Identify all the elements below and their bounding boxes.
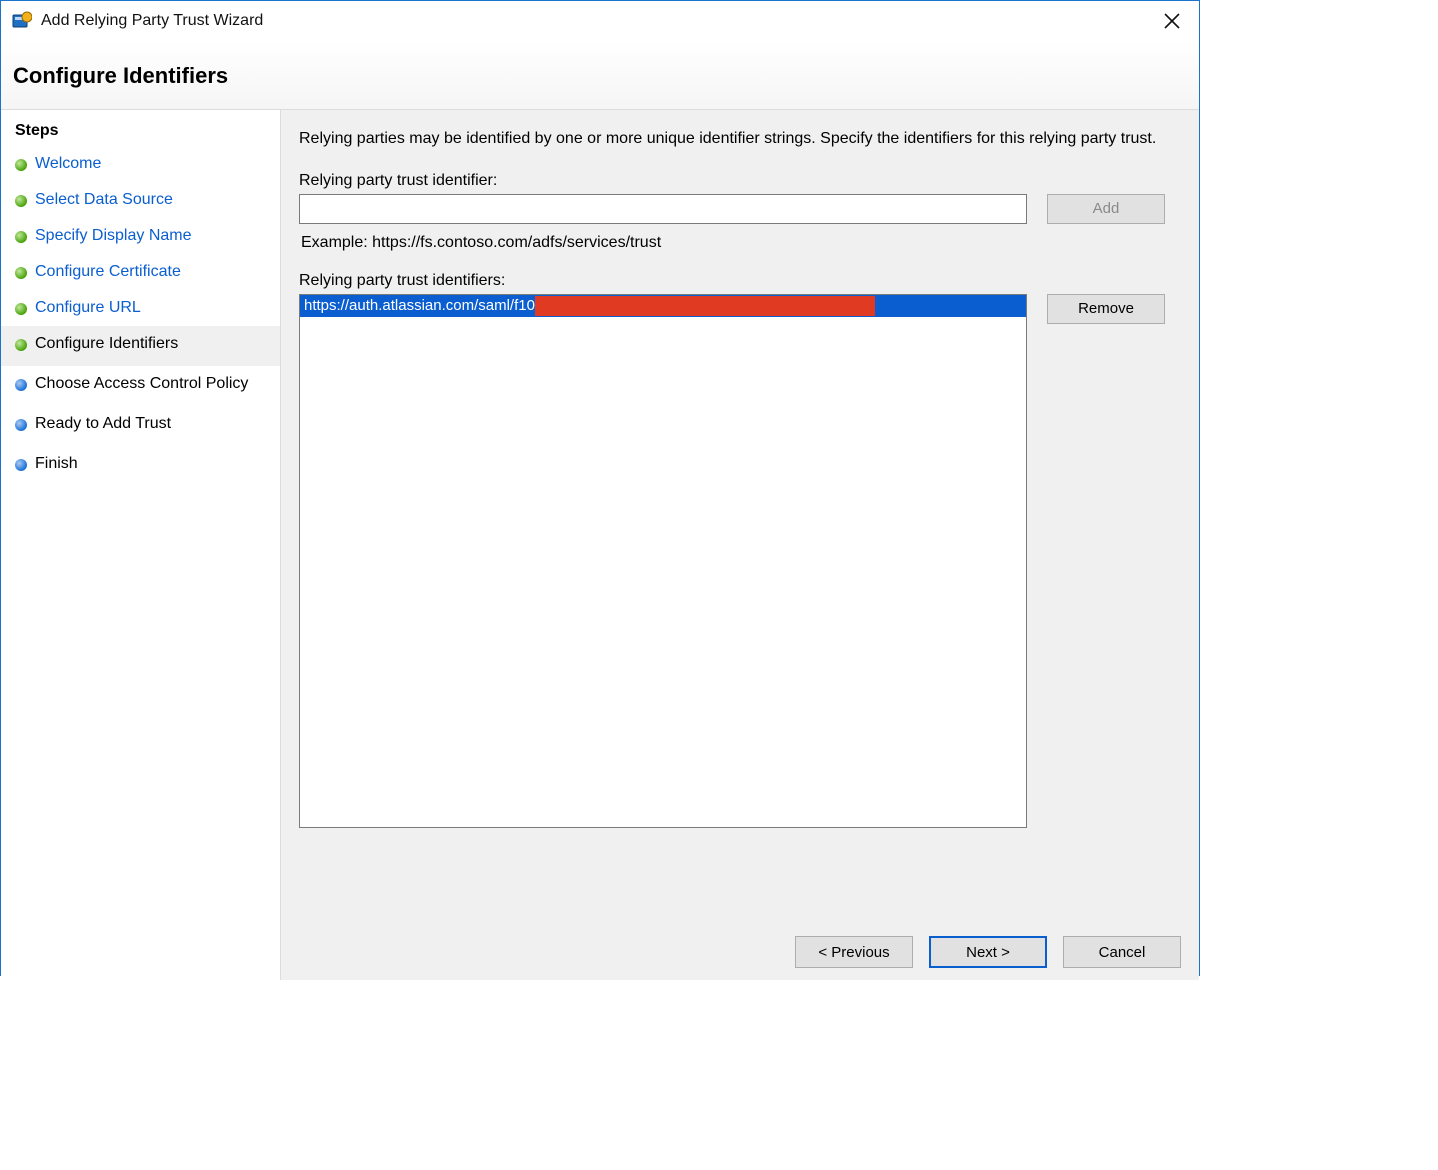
steps-list: Welcome Select Data Source Specify Displ…	[1, 146, 280, 486]
step-configure-certificate[interactable]: Configure Certificate	[1, 254, 280, 290]
identifier-example: Example: https://fs.contoso.com/adfs/ser…	[301, 234, 1179, 252]
wizard-footer: < Previous Next > Cancel	[299, 912, 1181, 968]
step-link[interactable]: Configure Certificate	[35, 262, 181, 282]
step-select-data-source[interactable]: Select Data Source	[1, 182, 280, 218]
step-link[interactable]: Select Data Source	[35, 190, 173, 210]
remove-button[interactable]: Remove	[1047, 294, 1165, 324]
redacted-segment	[535, 296, 875, 316]
window-title: Add Relying Party Trust Wizard	[41, 12, 263, 30]
identifier-input-label: Relying party trust identifier:	[299, 172, 1181, 190]
step-complete-icon	[15, 267, 27, 279]
step-pending-icon	[15, 459, 27, 471]
add-button[interactable]: Add	[1047, 194, 1165, 224]
step-pending-icon	[15, 419, 27, 431]
step-complete-icon	[15, 231, 27, 243]
next-button[interactable]: Next >	[929, 936, 1047, 968]
wizard-window: Add Relying Party Trust Wizard Configure…	[0, 0, 1200, 976]
identifier-listbox[interactable]: https://auth.atlassian.com/saml/f10	[299, 294, 1027, 828]
intro-text: Relying parties may be identified by one…	[299, 128, 1181, 150]
step-ready-to-add-trust[interactable]: Ready to Add Trust	[1, 406, 280, 446]
page-heading: Configure Identifiers	[1, 41, 1199, 110]
main-panel: Relying parties may be identified by one…	[281, 110, 1199, 980]
titlebar: Add Relying Party Trust Wizard	[1, 1, 1199, 41]
step-label: Choose Access Control Policy	[35, 374, 248, 394]
step-pending-icon	[15, 379, 27, 391]
step-label: Ready to Add Trust	[35, 414, 171, 434]
step-choose-access-control-policy[interactable]: Choose Access Control Policy	[1, 366, 280, 406]
step-complete-icon	[15, 159, 27, 171]
step-label: Configure Identifiers	[35, 334, 178, 354]
app-icon	[11, 10, 33, 32]
identifier-list-item[interactable]: https://auth.atlassian.com/saml/f10	[300, 295, 1026, 317]
step-configure-url[interactable]: Configure URL	[1, 290, 280, 326]
step-link[interactable]: Specify Display Name	[35, 226, 192, 246]
close-button[interactable]	[1155, 8, 1189, 34]
identifier-list-label: Relying party trust identifiers:	[299, 272, 1181, 290]
step-label: Finish	[35, 454, 78, 474]
step-complete-icon	[15, 195, 27, 207]
steps-title: Steps	[1, 122, 280, 146]
previous-button[interactable]: < Previous	[795, 936, 913, 968]
step-specify-display-name[interactable]: Specify Display Name	[1, 218, 280, 254]
step-complete-icon	[15, 303, 27, 315]
step-link[interactable]: Welcome	[35, 154, 101, 174]
steps-sidebar: Steps Welcome Select Data Source Specify…	[1, 110, 281, 980]
cancel-button[interactable]: Cancel	[1063, 936, 1181, 968]
identifier-input[interactable]	[299, 194, 1027, 224]
step-welcome[interactable]: Welcome	[1, 146, 280, 182]
step-finish[interactable]: Finish	[1, 446, 280, 486]
step-link[interactable]: Configure URL	[35, 298, 141, 318]
identifier-text: https://auth.atlassian.com/saml/f10	[300, 297, 535, 314]
step-configure-identifiers[interactable]: Configure Identifiers	[1, 326, 280, 366]
step-complete-icon	[15, 339, 27, 351]
